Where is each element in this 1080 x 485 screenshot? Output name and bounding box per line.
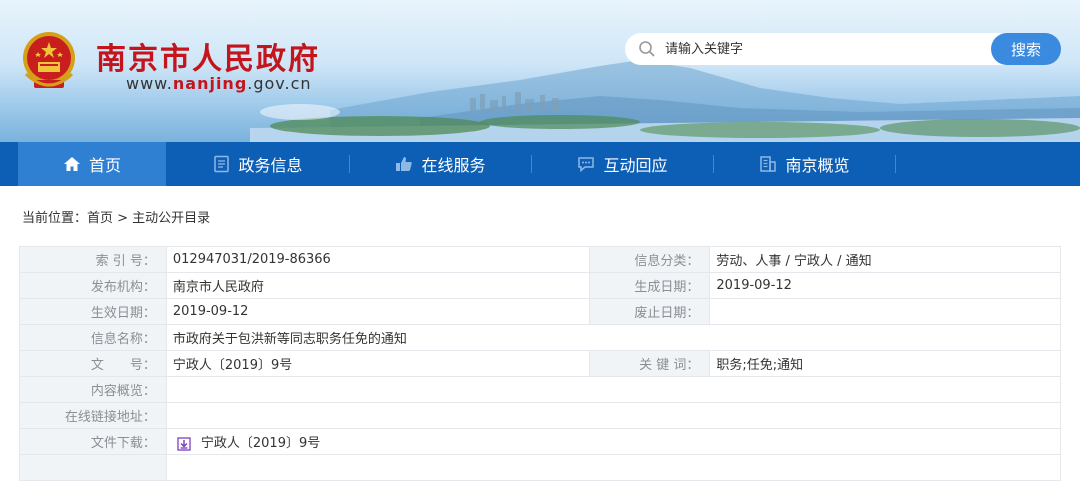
nav-item-home[interactable]: 首页 xyxy=(18,142,166,186)
nav-divider xyxy=(895,155,896,173)
document-icon xyxy=(213,155,230,173)
thumbs-up-icon xyxy=(395,155,413,173)
online-link-label: 在线链接地址： xyxy=(19,402,167,429)
home-icon xyxy=(63,155,81,173)
table-row: 文件下载： 宁政人〔2019〕9号 xyxy=(19,428,1062,455)
search-button[interactable]: 搜索 xyxy=(991,33,1061,65)
effective-date-value: 2019-09-12 xyxy=(165,298,591,325)
summary-label: 内容概览： xyxy=(19,376,167,403)
expiry-date-label: 废止日期： xyxy=(589,298,711,325)
effective-date-label: 生效日期： xyxy=(19,298,167,325)
empty-cell xyxy=(165,454,1062,481)
index-value: 012947031/2019-86366 xyxy=(165,246,591,273)
url-prefix: www. xyxy=(126,74,173,93)
category-label: 信息分类： xyxy=(589,246,711,273)
summary-value xyxy=(165,376,1062,403)
breadcrumb: 当前位置：首页 > 主动公开目录 xyxy=(22,211,211,226)
search-box: 搜索 xyxy=(625,33,1061,65)
file-download-cell: 宁政人〔2019〕9号 xyxy=(165,428,1062,455)
emblem-icon xyxy=(23,32,75,88)
table-row: 生效日期： 2019-09-12 废止日期： xyxy=(19,298,1061,325)
site-title[interactable]: 南京市人民政府 xyxy=(96,34,320,78)
nav-item-label: 首页 xyxy=(88,156,121,175)
nav-item-label: 在线服务 xyxy=(421,156,486,175)
table-row: 文 号： 宁政人〔2019〕9号 关 键 词： 职务;任免;通知 xyxy=(19,350,1061,377)
header-banner: 南京市人民政府 www.nanjing.gov.cn 搜索 xyxy=(0,0,1080,142)
chat-icon xyxy=(577,155,595,173)
keywords-value: 职务;任免;通知 xyxy=(709,350,1061,377)
table-row: 在线链接地址： xyxy=(19,402,1062,429)
keywords-label: 关 键 词： xyxy=(589,350,711,377)
table-row: 内容概览： xyxy=(19,376,1062,403)
info-table: 索 引 号： 012947031/2019-86366 信息分类： 劳动、人事 … xyxy=(19,246,1062,481)
url-domain: nanjing xyxy=(172,74,248,93)
online-link-value xyxy=(165,402,1062,429)
nav-item-online-service[interactable]: 在线服务 xyxy=(350,142,531,186)
search-input[interactable] xyxy=(625,33,1005,65)
doc-number-value: 宁政人〔2019〕9号 xyxy=(165,350,591,377)
publisher-label: 发布机构： xyxy=(19,272,167,299)
main-nav: 首页 政务信息 在线服务 互动回应 南京概览 xyxy=(0,142,1080,186)
index-label: 索 引 号： xyxy=(19,246,167,273)
file-download-link[interactable]: 宁政人〔2019〕9号 xyxy=(201,436,320,451)
building-icon xyxy=(759,155,777,173)
publisher-value: 南京市人民政府 xyxy=(165,272,591,299)
table-row: 索 引 号： 012947031/2019-86366 信息分类： 劳动、人事 … xyxy=(19,246,1061,273)
created-date-value: 2019-09-12 xyxy=(709,272,1061,299)
nav-item-nanjing-overview[interactable]: 南京概览 xyxy=(714,142,895,186)
nav-item-label: 政务信息 xyxy=(238,156,303,175)
created-date-label: 生成日期： xyxy=(589,272,711,299)
download-icon[interactable] xyxy=(177,436,191,451)
info-name-label: 信息名称： xyxy=(19,324,167,351)
doc-number-label: 文 号： xyxy=(19,350,167,377)
table-row: 发布机构： 南京市人民政府 生成日期： 2019-09-12 xyxy=(19,272,1061,299)
expiry-date-value xyxy=(709,298,1061,325)
info-name-value: 市政府关于包洪新等同志职务任免的通知 xyxy=(165,324,1062,351)
national-emblem-logo[interactable] xyxy=(18,28,80,94)
table-row xyxy=(19,454,1062,481)
search-icon xyxy=(639,41,655,57)
category-value: 劳动、人事 / 宁政人 / 通知 xyxy=(709,246,1061,273)
nav-item-government-info[interactable]: 政务信息 xyxy=(166,142,350,186)
table-row: 信息名称： 市政府关于包洪新等同志职务任免的通知 xyxy=(19,324,1062,351)
nav-item-label: 南京概览 xyxy=(785,156,850,175)
site-url: www.nanjing.gov.cn xyxy=(126,74,312,93)
nav-item-label: 互动回应 xyxy=(603,156,668,175)
url-suffix: .gov.cn xyxy=(247,74,312,93)
nav-item-interaction[interactable]: 互动回应 xyxy=(532,142,713,186)
file-download-label: 文件下载： xyxy=(19,428,167,455)
empty-cell xyxy=(19,454,167,481)
